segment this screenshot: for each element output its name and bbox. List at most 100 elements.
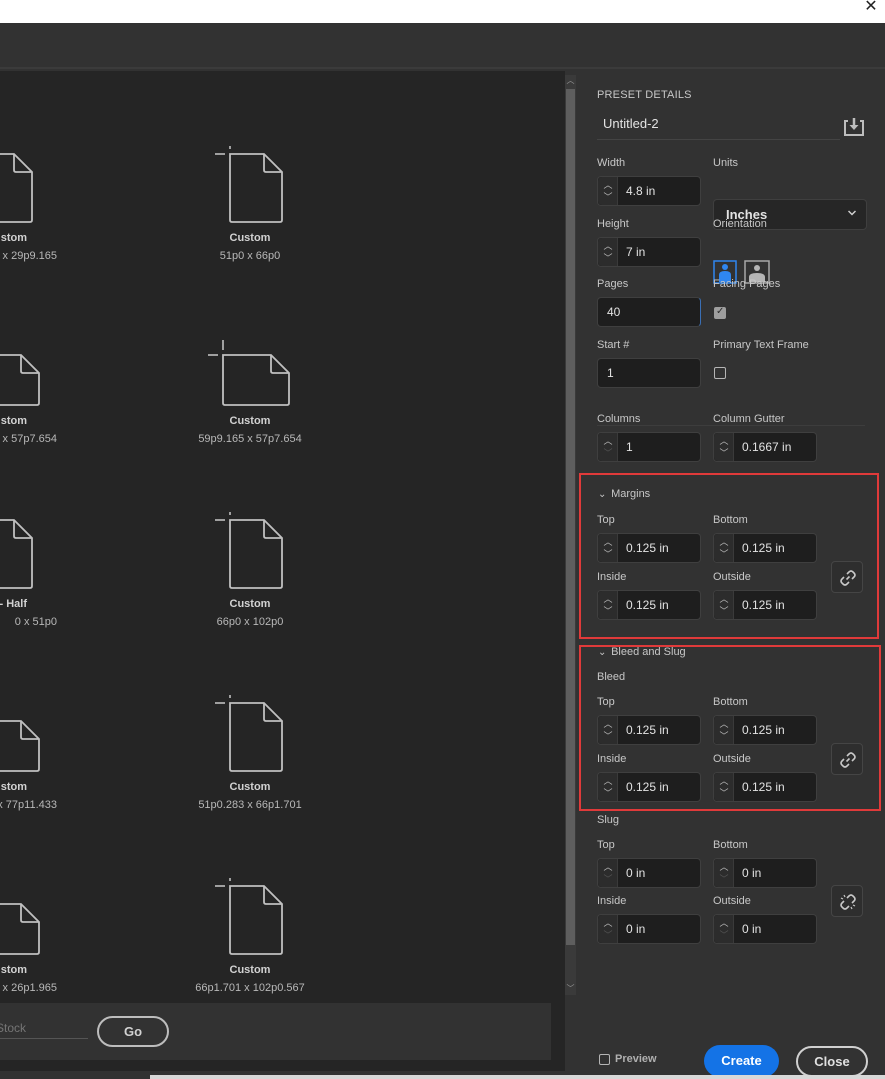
preset-gallery: ustom 9 x 29p9.165 Custom 51p0 x 66p0 ustom 5… xyxy=(0,71,565,1071)
width-input[interactable]: ︿ ﹀ 4.8 in xyxy=(597,176,701,206)
preset-size: 59p9.165 x 57p7.654 xyxy=(198,433,302,445)
preset-tile[interactable]: ustom 5 x 26p1.965 xyxy=(0,878,75,994)
document-name-input[interactable]: Untitled-2 xyxy=(597,108,840,140)
preset-name: Custom xyxy=(229,781,271,793)
scroll-down-icon[interactable]: ﹀ xyxy=(565,983,576,995)
margin-inside-stepper[interactable]: ︿ ﹀ xyxy=(598,591,618,619)
slug-outside-label: Outside xyxy=(713,895,751,907)
slug-top-stepper[interactable]: ︿ ﹀ xyxy=(598,859,618,887)
preset-tile[interactable]: Custom 66p1.701 x 102p0.567 xyxy=(175,878,325,994)
preset-tile[interactable]: er - Half 0 x 51p0 xyxy=(0,512,75,628)
bleed-bottom-label: Bottom xyxy=(713,696,748,708)
slug-link-button[interactable] xyxy=(831,885,863,917)
margin-top-stepper[interactable]: ︿ ﹀ xyxy=(598,534,618,562)
slug-label: Slug xyxy=(597,814,620,826)
preset-tile[interactable]: Custom 51p0 x 66p0 xyxy=(175,146,325,262)
preset-tile[interactable]: ustom 7 x 77p11.433 xyxy=(0,695,75,811)
bleed-label: Bleed xyxy=(597,671,626,683)
margin-bottom-stepper[interactable]: ︿ ﹀ xyxy=(714,534,734,562)
margin-inside-input[interactable]: ︿ ﹀ 0.125 in xyxy=(597,590,701,620)
preset-name: ustom xyxy=(0,232,27,244)
bleed-slug-section-toggle[interactable]: ⌄ Bleed and Slug xyxy=(598,646,686,658)
bleed-inside-label: Inside xyxy=(597,753,627,765)
bleed-top-label: Top xyxy=(597,696,615,708)
preset-size: 5 x 26p1.965 xyxy=(0,982,57,994)
go-button[interactable]: Go xyxy=(97,1016,169,1047)
document-icon xyxy=(175,146,325,226)
document-icon xyxy=(0,695,75,775)
link-icon xyxy=(840,570,856,586)
slug-inside-stepper[interactable]: ︿ ﹀ xyxy=(598,915,618,943)
margins-section-toggle[interactable]: ⌄ Margins xyxy=(598,488,650,500)
section-divider xyxy=(597,425,865,426)
scroll-thumb[interactable] xyxy=(566,89,575,945)
save-preset-icon[interactable] xyxy=(843,116,865,138)
preset-name: Custom xyxy=(229,415,271,427)
facing-pages-checkbox[interactable]: ✓ xyxy=(714,306,726,319)
bleed-top-input[interactable]: ︿ ﹀ 0.125 in xyxy=(597,715,701,745)
close-button[interactable]: Close xyxy=(796,1046,868,1077)
preset-name: Custom xyxy=(229,232,271,244)
slug-top-label: Top xyxy=(597,839,615,851)
preset-size: 51p0.283 x 66p1.701 xyxy=(198,799,302,811)
window-close-icon[interactable]: ✕ xyxy=(863,0,879,16)
slug-outside-stepper[interactable]: ︿ ﹀ xyxy=(714,915,734,943)
preset-tile[interactable]: Custom 59p9.165 x 57p7.654 xyxy=(175,329,325,445)
height-input[interactable]: ︿ ﹀ 7 in xyxy=(597,237,701,267)
facing-pages-label: Facing Pages xyxy=(713,278,781,290)
bleed-outside-label: Outside xyxy=(713,753,751,765)
column-gutter-input[interactable]: ︿ ﹀ 0.1667 in xyxy=(713,432,817,462)
preset-tile[interactable]: Custom 51p0.283 x 66p1.701 xyxy=(175,695,325,811)
columns-label: Columns xyxy=(597,413,641,425)
document-icon xyxy=(0,512,75,592)
document-icon xyxy=(175,878,325,958)
preview-checkbox[interactable] xyxy=(599,1054,610,1065)
bleed-inside-input[interactable]: ︿ ﹀ 0.125 in xyxy=(597,772,701,802)
slug-bottom-input[interactable]: ︿ ﹀ 0 in xyxy=(713,858,817,888)
margin-outside-input[interactable]: ︿ ﹀ 0.125 in xyxy=(713,590,817,620)
start-page-input[interactable]: 1 xyxy=(597,358,701,388)
slug-top-input[interactable]: ︿ ﹀ 0 in xyxy=(597,858,701,888)
preset-name: ustom xyxy=(0,964,27,976)
margin-bottom-label: Bottom xyxy=(713,514,748,526)
columns-stepper[interactable]: ︿ ﹀ xyxy=(598,433,618,461)
bleed-link-button[interactable] xyxy=(831,743,863,775)
bleed-outside-input[interactable]: ︿ ﹀ 0.125 in xyxy=(713,772,817,802)
preset-tile[interactable]: ustom 9 x 29p9.165 xyxy=(0,146,75,262)
slug-inside-input[interactable]: ︿ ﹀ 0 in xyxy=(597,914,701,944)
height-stepper[interactable]: ︿ ﹀ xyxy=(598,238,618,266)
slug-inside-label: Inside xyxy=(597,895,627,907)
preset-name: Custom xyxy=(229,964,271,976)
primary-text-frame-checkbox[interactable] xyxy=(714,367,726,379)
window-titlebar: ✕ xyxy=(0,0,885,23)
slug-outside-input[interactable]: ︿ ﹀ 0 in xyxy=(713,914,817,944)
document-icon xyxy=(175,695,325,775)
preset-name: er - Half xyxy=(0,598,27,610)
bleed-inside-stepper[interactable]: ︿ ﹀ xyxy=(598,773,618,801)
preset-size: 51p0 x 66p0 xyxy=(219,250,281,262)
broken-link-icon xyxy=(840,894,856,910)
gutter-stepper[interactable]: ︿ ﹀ xyxy=(714,433,734,461)
margin-outside-stepper[interactable]: ︿ ﹀ xyxy=(714,591,734,619)
margins-link-button[interactable] xyxy=(831,561,863,593)
margin-bottom-input[interactable]: ︿ ﹀ 0.125 in xyxy=(713,533,817,563)
create-button[interactable]: Create xyxy=(704,1045,779,1077)
bleed-bottom-input[interactable]: ︿ ﹀ 0.125 in xyxy=(713,715,817,745)
preset-tile[interactable]: ustom 5 x 57p7.654 xyxy=(0,329,75,445)
preset-tile[interactable]: Custom 66p0 x 102p0 xyxy=(175,512,325,628)
scroll-up-icon[interactable]: ︿ xyxy=(565,75,576,87)
width-stepper[interactable]: ︿ ﹀ xyxy=(598,177,618,205)
preset-name: ustom xyxy=(0,781,27,793)
preview-label: Preview xyxy=(615,1053,657,1065)
margin-top-input[interactable]: ︿ ﹀ 0.125 in xyxy=(597,533,701,563)
pages-input[interactable]: 40 xyxy=(597,297,701,327)
slug-bottom-stepper[interactable]: ︿ ﹀ xyxy=(714,859,734,887)
bleed-outside-stepper[interactable]: ︿ ﹀ xyxy=(714,773,734,801)
gallery-scrollbar[interactable]: ︿ ﹀ xyxy=(565,75,576,995)
document-icon xyxy=(0,878,75,958)
stock-search-input[interactable] xyxy=(0,1017,88,1039)
bleed-bottom-stepper[interactable]: ︿ ﹀ xyxy=(714,716,734,744)
columns-input[interactable]: ︿ ﹀ 1 xyxy=(597,432,701,462)
preset-details-title: PRESET DETAILS xyxy=(597,89,692,101)
bleed-top-stepper[interactable]: ︿ ﹀ xyxy=(598,716,618,744)
